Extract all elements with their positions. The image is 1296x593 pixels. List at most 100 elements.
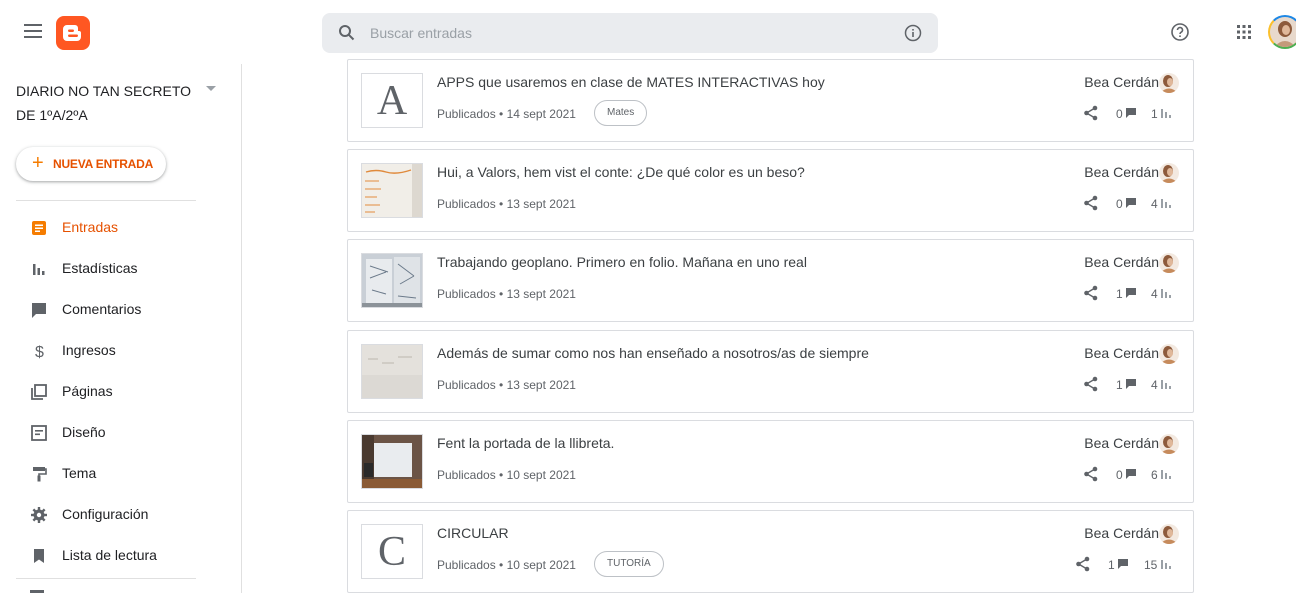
post-thumbnail xyxy=(361,163,423,218)
posts-icon xyxy=(32,221,46,235)
search-input[interactable] xyxy=(370,21,890,45)
post-thumbnail xyxy=(361,344,423,399)
account-avatar[interactable] xyxy=(1268,15,1296,49)
post-stats: 1 4 xyxy=(1083,376,1173,392)
post-status: Publicados • 10 sept 2021 xyxy=(437,558,576,572)
sidebar-item-label: Lista de lectura xyxy=(62,547,157,563)
post-label-chip[interactable]: TUTORÍA xyxy=(594,551,664,577)
comment-icon xyxy=(1126,198,1136,208)
share-icon[interactable] xyxy=(1083,195,1099,211)
stats-icon xyxy=(1161,470,1171,479)
post-label-chip[interactable]: Mates xyxy=(594,100,648,126)
post-status: Publicados • 13 sept 2021 xyxy=(437,287,576,301)
comment-count: 0 xyxy=(1116,107,1123,121)
stats-icon xyxy=(33,264,45,275)
post-title[interactable]: Hui, a Valors, hem vist el conte: ¿De qu… xyxy=(437,164,805,180)
sidebar-item-label: Entradas xyxy=(62,219,119,235)
comment-icon xyxy=(1126,108,1136,118)
share-icon[interactable] xyxy=(1083,285,1099,301)
post-title[interactable]: Trabajando geoplano. Primero en folio. M… xyxy=(437,254,807,270)
comment-icon xyxy=(1126,288,1136,298)
view-count: 4 xyxy=(1151,197,1158,211)
author-avatar xyxy=(1159,73,1179,93)
sidebar-item-configuracion[interactable]: Configuración xyxy=(0,494,241,535)
sidebar-item-label: Comentarios xyxy=(62,301,142,317)
stats-icon xyxy=(1161,109,1171,118)
sidebar-item-paginas[interactable]: Páginas xyxy=(0,371,241,412)
blogger-logo[interactable] xyxy=(56,16,90,50)
post-title[interactable]: Además de sumar como nos han enseñado a … xyxy=(437,345,869,361)
comment-icon xyxy=(1118,559,1128,569)
post-author: Bea Cerdán xyxy=(1084,254,1159,270)
new-post-button[interactable]: + NUEVA ENTRADA xyxy=(16,147,166,181)
sidebar-item-label: Diseño xyxy=(62,424,106,440)
author-avatar xyxy=(1159,344,1179,364)
post-title[interactable]: CIRCULAR xyxy=(437,525,509,541)
post-row[interactable]: Además de sumar como nos han enseñado a … xyxy=(347,330,1194,413)
gear-icon xyxy=(31,507,47,523)
share-icon[interactable] xyxy=(1075,556,1091,572)
comment-count: 1 xyxy=(1116,378,1123,392)
post-author: Bea Cerdán xyxy=(1084,525,1159,541)
blog-selector[interactable]: DIARIO NO TAN SECRETO DE 1ºA/2ºA xyxy=(16,79,206,127)
post-title[interactable]: Fent la portada de la llibreta. xyxy=(437,435,614,451)
post-status: Publicados • 10 sept 2021 xyxy=(437,468,576,482)
comment-count: 0 xyxy=(1116,468,1123,482)
post-thumbnail: A xyxy=(361,73,423,128)
info-icon[interactable] xyxy=(904,24,922,42)
share-icon[interactable] xyxy=(1083,376,1099,392)
post-row[interactable]: Hui, a Valors, hem vist el conte: ¿De qu… xyxy=(347,149,1194,232)
share-icon[interactable] xyxy=(1083,105,1099,121)
sidebar-item-diseno[interactable]: Diseño xyxy=(0,412,241,453)
sidebar-item-tema[interactable]: Tema xyxy=(0,453,241,494)
stats-icon xyxy=(1161,380,1171,389)
search-icon[interactable] xyxy=(338,24,356,42)
comment-count: 1 xyxy=(1108,558,1115,572)
post-stats: 1 15 xyxy=(1075,556,1173,572)
post-status: Publicados • 14 sept 2021 xyxy=(437,107,576,121)
post-status: Publicados • 13 sept 2021 xyxy=(437,197,576,211)
sidebar-item-ingresos[interactable]: $ Ingresos xyxy=(0,330,241,371)
stats-icon xyxy=(1161,289,1171,298)
post-thumbnail xyxy=(361,253,423,308)
dollar-icon: $ xyxy=(35,344,44,360)
post-row[interactable]: C CIRCULAR Publicados • 10 sept 2021 TUT… xyxy=(347,510,1194,593)
divider xyxy=(16,200,196,201)
post-stats: 0 6 xyxy=(1083,466,1173,482)
sidebar-item-lista-lectura[interactable]: Lista de lectura xyxy=(0,535,241,576)
caret-down-icon[interactable] xyxy=(206,86,216,91)
sidebar-item-estadisticas[interactable]: Estadísticas xyxy=(0,248,241,289)
comment-count: 0 xyxy=(1116,197,1123,211)
sidebar-item-label: Tema xyxy=(62,465,97,481)
comment-icon xyxy=(1126,379,1136,389)
share-icon[interactable] xyxy=(1083,466,1099,482)
sidebar-item-comentarios[interactable]: Comentarios xyxy=(0,289,241,330)
post-author: Bea Cerdán xyxy=(1084,435,1159,451)
sidebar-item-label: Configuración xyxy=(62,506,149,522)
stats-icon xyxy=(1161,560,1171,569)
apps-grid-icon[interactable] xyxy=(1236,24,1252,40)
sidebar-item-label: Ingresos xyxy=(62,342,116,358)
post-stats: 0 4 xyxy=(1083,195,1173,211)
view-count: 1 xyxy=(1151,107,1158,121)
layout-icon xyxy=(31,425,47,441)
comment-icon xyxy=(32,303,46,318)
post-title[interactable]: APPS que usaremos en clase de MATES INTE… xyxy=(437,74,825,90)
post-author: Bea Cerdán xyxy=(1084,74,1159,90)
post-row[interactable]: Fent la portada de la llibreta. Publicad… xyxy=(347,420,1194,503)
menu-icon[interactable] xyxy=(24,24,42,38)
svg-text:$: $ xyxy=(35,344,44,360)
view-count: 15 xyxy=(1144,558,1158,572)
sidebar-item-label: Páginas xyxy=(62,383,113,399)
post-row[interactable]: A APPS que usaremos en clase de MATES IN… xyxy=(347,59,1194,142)
sidebar-item-entradas[interactable]: Entradas xyxy=(0,207,241,248)
view-count: 4 xyxy=(1151,287,1158,301)
divider xyxy=(16,578,196,579)
help-icon[interactable] xyxy=(1170,22,1190,42)
plus-icon: + xyxy=(32,152,44,174)
sidebar-item-label: Estadísticas xyxy=(62,260,138,276)
post-author: Bea Cerdán xyxy=(1084,345,1159,361)
post-row[interactable]: Trabajando geoplano. Primero en folio. M… xyxy=(347,239,1194,322)
author-avatar xyxy=(1159,434,1179,454)
post-stats: 0 1 xyxy=(1083,105,1173,121)
